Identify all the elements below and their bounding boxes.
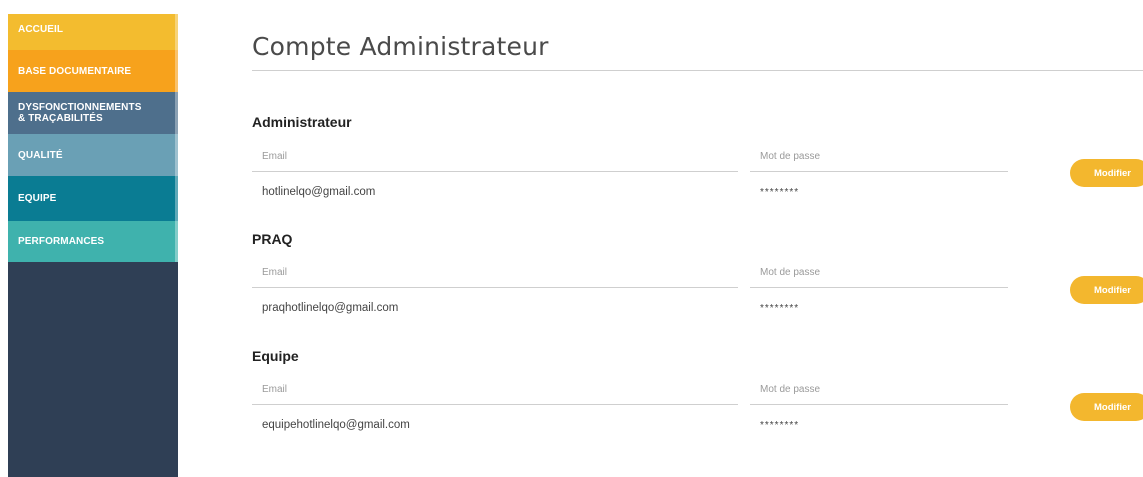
email-value: equipehotlinelqo@gmail.com (262, 419, 410, 431)
sidebar-item-label: ACCUEIL (18, 23, 64, 35)
sidebar-item-dysfonctionnements[interactable]: DYSFONCTIONNEMENTS & TRAÇABILITÉS (8, 92, 178, 134)
sidebar: ACCUEIL BASE DOCUMENTAIRE DYSFONCTIONNEM… (8, 14, 178, 477)
sidebar-item-label: DYSFONCTIONNEMENTS & TRAÇABILITÉS (18, 102, 142, 124)
email-label: Email (262, 267, 288, 278)
field-underline (252, 287, 738, 288)
section-title: Administrateur (252, 114, 352, 130)
password-value: ******** (760, 187, 800, 198)
sidebar-item-label: QUALITÉ (18, 149, 63, 161)
email-value: praqhotlinelqo@gmail.com (262, 302, 399, 314)
sidebar-item-label: BASE DOCUMENTAIRE (18, 65, 132, 77)
title-divider (252, 70, 1143, 71)
field-underline (750, 287, 1008, 288)
sidebar-item-label: EQUIPE (18, 193, 57, 204)
sidebar-item-accueil[interactable]: ACCUEIL (8, 14, 178, 50)
email-value: hotlinelqo@gmail.com (262, 186, 376, 198)
page-title: Compte Administrateur (252, 32, 549, 61)
password-value: ******** (760, 420, 800, 431)
field-underline (252, 171, 738, 172)
sidebar-item-label: PERFORMANCES (18, 236, 105, 247)
modifier-button[interactable]: Modifier (1070, 159, 1143, 187)
email-label: Email (262, 384, 288, 395)
password-label: Mot de passe (760, 384, 821, 395)
sidebar-item-base-documentaire[interactable]: BASE DOCUMENTAIRE (8, 50, 178, 92)
modifier-button[interactable]: Modifier (1070, 276, 1143, 304)
password-value: ******** (760, 303, 800, 314)
modifier-button[interactable]: Modifier (1070, 393, 1143, 421)
section-title: PRAQ (252, 231, 293, 247)
field-underline (750, 171, 1008, 172)
sidebar-item-qualite[interactable]: QUALITÉ (8, 134, 178, 176)
section-title: Equipe (252, 348, 299, 364)
email-label: Email (262, 151, 288, 162)
field-underline (750, 404, 1008, 405)
password-label: Mot de passe (760, 267, 821, 278)
sidebar-item-performances[interactable]: PERFORMANCES (8, 221, 178, 262)
password-label: Mot de passe (760, 151, 821, 162)
field-underline (252, 404, 738, 405)
sidebar-item-equipe[interactable]: EQUIPE (8, 176, 178, 221)
